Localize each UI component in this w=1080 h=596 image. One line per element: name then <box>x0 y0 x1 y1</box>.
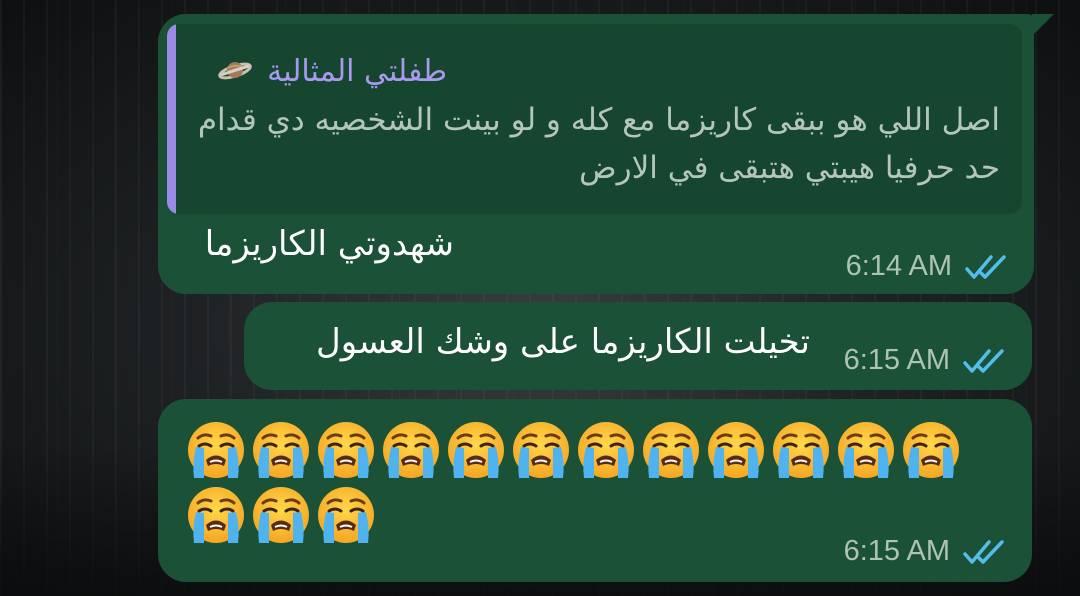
loudly-crying-face-emoji <box>769 418 833 482</box>
reply-text: اصل اللي هو ببقى كاريزما مع كله و لو بين… <box>197 102 1000 186</box>
loudly-crying-face-emoji <box>314 418 378 482</box>
reply-author: طفلتي المثالية <box>217 54 447 89</box>
loudly-crying-face-emoji <box>249 418 313 482</box>
message-meta: 6:15 AM <box>844 344 1006 377</box>
emoji-row <box>184 483 378 547</box>
reply-author-name: طفلتي المثالية <box>267 54 447 89</box>
loudly-crying-face-emoji <box>184 418 248 482</box>
ringed-planet-icon <box>217 62 252 80</box>
loudly-crying-face-emoji <box>834 418 898 482</box>
message-time: 6:15 AM <box>843 344 950 376</box>
loudly-crying-face-emoji <box>444 418 508 482</box>
message-bubble-outgoing[interactable]: 6:15 AM <box>158 399 1032 582</box>
loudly-crying-face-emoji <box>639 418 703 482</box>
message-bubble-outgoing[interactable]: تخيلت الكاريزما على وشك العسول 6:15 AM <box>244 302 1032 390</box>
message-time: 6:14 AM <box>845 250 952 282</box>
message-meta: 6:14 AM <box>846 250 1008 283</box>
loudly-crying-face-emoji <box>574 418 638 482</box>
reply-quote[interactable]: طفلتي المثالية اصل اللي هو ببقى كاريزما … <box>167 24 1022 214</box>
reply-quote-bar <box>167 24 176 214</box>
double-check-icon <box>965 254 1006 279</box>
loudly-crying-face-emoji <box>379 418 443 482</box>
message-meta: 6:15 AM <box>844 535 1006 568</box>
loudly-crying-face-emoji <box>314 483 378 547</box>
double-check-icon <box>963 539 1004 564</box>
loudly-crying-face-emoji <box>509 418 573 482</box>
loudly-crying-face-emoji <box>249 483 313 547</box>
message-bubble-outgoing[interactable]: طفلتي المثالية اصل اللي هو ببقى كاريزما … <box>158 14 1054 294</box>
message-text: تخيلت الكاريزما على وشك العسول <box>316 322 810 362</box>
message-time: 6:15 AM <box>843 535 950 567</box>
loudly-crying-face-emoji <box>704 418 768 482</box>
double-check-icon <box>963 348 1004 373</box>
emoji-row <box>184 418 963 482</box>
bubble-tail <box>1032 14 1054 36</box>
loudly-crying-face-emoji <box>184 483 248 547</box>
message-text: شهدوتي الكاريزما <box>204 224 454 264</box>
loudly-crying-face-emoji <box>899 418 963 482</box>
